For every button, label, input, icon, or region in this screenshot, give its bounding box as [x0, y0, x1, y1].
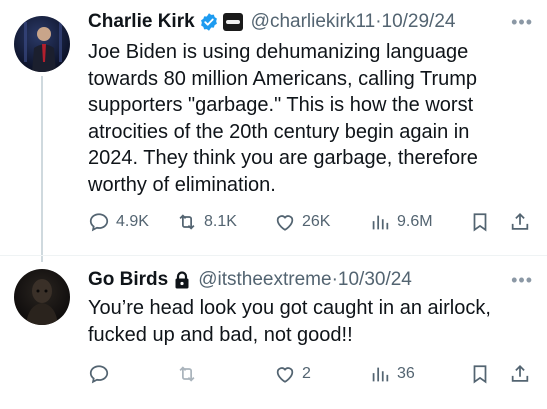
tweet-header: Charlie Kirk @charliekirk11 · 10/29/24 [88, 11, 455, 33]
bookmark-icon [473, 213, 487, 232]
views-count: 9.6M [397, 213, 433, 230]
handle[interactable]: @charliekirk11 [251, 11, 376, 33]
lock-icon [174, 271, 190, 289]
views-count: 36 [397, 365, 415, 382]
repost-count: 8.1K [204, 213, 237, 230]
thread-line [41, 76, 43, 262]
repost-button[interactable]: 8.1K [176, 207, 237, 237]
repost-arrows-icon [179, 366, 195, 382]
action-bar: 4.9K 8.1K 26K 9.6M [88, 207, 538, 237]
like-button[interactable]: 26K [274, 207, 330, 237]
like-button[interactable]: 2 [274, 359, 311, 389]
reply-button[interactable]: 4.9K [88, 207, 149, 237]
avatar[interactable] [14, 269, 70, 325]
reply-bubble-icon [89, 365, 109, 384]
more-horizontal-icon[interactable]: ••• [511, 270, 533, 291]
tweet-text-line: fucked up and bad, not good!! [88, 323, 353, 346]
avatar[interactable] [14, 16, 70, 72]
share-button[interactable] [509, 359, 531, 389]
share-upload-icon [511, 212, 529, 230]
bookmark-button[interactable] [469, 359, 491, 389]
tweet-header: Go Birds @itstheextreme · 10/30/24 [88, 269, 412, 291]
like-count: 2 [302, 365, 311, 382]
tweet-text: You’re head look you got caught in an ai… [88, 295, 528, 348]
bar-chart-icon [372, 367, 389, 382]
heart-icon [276, 215, 294, 231]
share-button[interactable] [509, 207, 531, 237]
more-horizontal-icon[interactable]: ••• [511, 12, 533, 33]
share-upload-icon [511, 364, 529, 382]
tweet-text-line: You’re head look you got caught in an ai… [88, 297, 491, 319]
tweet-charlie-kirk[interactable]: Charlie Kirk @charliekirk11 · 10/29/24 •… [0, 0, 547, 262]
tweet-text-line: worthy of elimination. [88, 173, 276, 196]
tweet-text-line: Joe Biden is using dehumanizing language [88, 41, 469, 63]
tweet-text-line: 2024. They think you are garbage, theref… [88, 147, 478, 169]
views-button[interactable]: 36 [369, 359, 415, 389]
tweet-text-line: atrocities of the 20th century begin aga… [88, 120, 470, 143]
bookmark-button[interactable] [469, 207, 491, 237]
tweet-text: Joe Biden is using dehumanizing language… [88, 39, 528, 198]
tweet-text-line: towards 80 million Americans, calling Tr… [88, 67, 478, 90]
affiliate-badge-icon[interactable] [222, 13, 243, 31]
reply-bubble-icon [89, 213, 109, 232]
avatar-figure-icon [24, 22, 62, 72]
bookmark-icon [473, 365, 487, 384]
verified-badge-icon [199, 12, 219, 32]
repost-arrows-icon [179, 214, 195, 230]
views-button[interactable]: 9.6M [369, 207, 433, 237]
avatar-figure-icon [26, 279, 58, 325]
tweet-date[interactable]: 10/30/24 [338, 269, 412, 291]
reply-count: 4.9K [116, 213, 149, 230]
tweet-text-line: supporters "garbage." This is how the wo… [88, 94, 474, 116]
repost-button[interactable] [176, 359, 198, 389]
display-name[interactable]: Go Birds [88, 269, 168, 291]
heart-icon [276, 367, 294, 383]
action-bar: 2 36 [88, 359, 538, 389]
like-count: 26K [302, 213, 331, 230]
bar-chart-icon [372, 215, 389, 230]
reply-button[interactable] [88, 359, 110, 389]
tweet-go-birds[interactable]: Go Birds @itstheextreme · 10/30/24 ••• Y… [0, 255, 547, 409]
tweet-date[interactable]: 10/29/24 [382, 11, 456, 33]
display-name[interactable]: Charlie Kirk [88, 11, 195, 33]
handle[interactable]: @itstheextreme [198, 269, 331, 291]
